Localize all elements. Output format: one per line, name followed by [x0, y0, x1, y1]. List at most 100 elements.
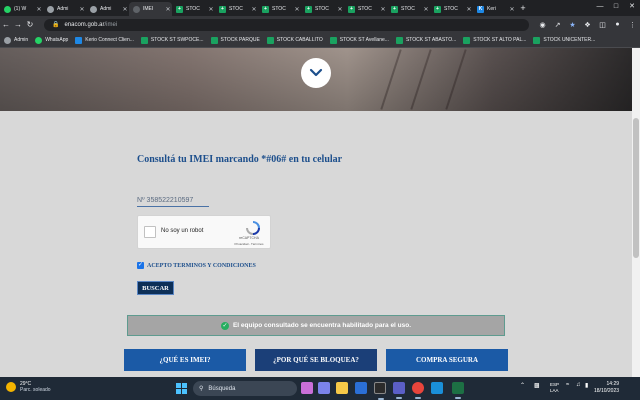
- tab-title: STOC: [401, 6, 415, 12]
- browser-tab[interactable]: + STOC ✕: [430, 2, 473, 16]
- browser-tab[interactable]: K Keri ✕: [473, 2, 516, 16]
- bookmark-kerio[interactable]: Kerio Connect Clien...: [75, 36, 134, 44]
- teams-icon[interactable]: [393, 382, 405, 399]
- close-tab-icon[interactable]: ✕: [508, 6, 516, 13]
- sun-icon: [6, 382, 16, 392]
- browser-tab[interactable]: + STOC ✕: [258, 2, 301, 16]
- browser-tab[interactable]: IMEI ✕: [129, 2, 172, 16]
- bookmark-stock-caballito[interactable]: STOCK CABALLITO: [266, 36, 323, 44]
- page-scrollbar[interactable]: [632, 48, 640, 377]
- back-icon[interactable]: ←: [0, 20, 12, 29]
- browser-tab[interactable]: Admi ✕: [43, 2, 86, 16]
- bookmark-whatsapp[interactable]: WhatsApp: [35, 36, 68, 44]
- tab-title: STOC: [358, 6, 372, 12]
- bookmark-stock-alto-palermo[interactable]: STOCK ST ALTO PAL...: [463, 36, 526, 44]
- accept-terms-checkbox[interactable]: ✓: [137, 262, 144, 269]
- teams-chat-icon[interactable]: [318, 382, 330, 394]
- why-blocked-button[interactable]: ¿POR QUÉ SE BLOQUEA?: [255, 349, 377, 371]
- forward-icon[interactable]: →: [12, 20, 24, 29]
- toolbar-icons: ◉ ↗ ★ ❖ ◫ ● ⋮: [535, 21, 640, 29]
- keyboard-layout: LAA: [550, 387, 559, 393]
- accept-terms[interactable]: ✓ ACEPTO TERMINOS Y CONDICIONES: [137, 262, 256, 269]
- browser-tab[interactable]: + STOC ✕: [344, 2, 387, 16]
- close-tab-icon[interactable]: ✕: [379, 6, 387, 13]
- search-icon: ⚲: [199, 386, 204, 392]
- imei-input[interactable]: [137, 195, 209, 207]
- recaptcha-widget: No soy un robot reCAPTCHA Privacidad - T…: [137, 215, 271, 249]
- check-circle-icon: ✓: [220, 321, 229, 330]
- new-tab-button[interactable]: +: [516, 2, 530, 16]
- browser-tab[interactable]: (1) W ✕: [0, 2, 43, 16]
- browser-tab[interactable]: + STOC ✕: [215, 2, 258, 16]
- excel-icon[interactable]: [452, 382, 464, 399]
- close-tab-icon[interactable]: ✕: [164, 6, 172, 13]
- bookmark-label: Admin: [14, 37, 29, 43]
- mail-icon[interactable]: [355, 382, 367, 394]
- sheet-icon: [140, 36, 148, 44]
- scrollbar-thumb[interactable]: [633, 118, 639, 258]
- close-tab-icon[interactable]: ✕: [35, 6, 43, 13]
- share-icon[interactable]: ↗: [550, 21, 565, 29]
- lock-icon[interactable]: 🔒: [52, 21, 59, 28]
- search-button[interactable]: BUSCAR: [137, 281, 174, 295]
- bookmark-star-icon[interactable]: ★: [565, 21, 580, 29]
- bookmark-admin[interactable]: Admin: [4, 36, 29, 44]
- flower-app-icon[interactable]: [301, 382, 313, 394]
- windows-start-icon[interactable]: [176, 383, 187, 394]
- close-tab-icon[interactable]: ✕: [250, 6, 258, 13]
- url-path: /imei: [104, 21, 118, 28]
- tab-title: Keri: [487, 6, 496, 12]
- volume-icon[interactable]: ♫: [576, 382, 581, 388]
- extensions-icon[interactable]: ❖: [580, 21, 595, 29]
- close-tab-icon[interactable]: ✕: [293, 6, 301, 13]
- bookmark-stock-parque[interactable]: STOCK PARQUE: [210, 36, 260, 44]
- close-tab-icon[interactable]: ✕: [422, 6, 430, 13]
- close-tab-icon[interactable]: ✕: [78, 6, 86, 13]
- maximize-icon[interactable]: □: [608, 0, 624, 14]
- windows-taskbar: 29°C Parc. soleado ⚲ Búsqueda ⌃ ▩ ESP LA…: [0, 377, 640, 400]
- minimize-icon[interactable]: —: [592, 0, 608, 14]
- reload-icon[interactable]: ↻: [24, 20, 36, 29]
- what-is-imei-button[interactable]: ¿QUÉ ES IMEI?: [124, 349, 246, 371]
- system-clock[interactable]: 14:29 18/10/2023: [594, 381, 619, 395]
- captcha-checkbox[interactable]: [144, 226, 156, 238]
- app-icon[interactable]: [374, 382, 386, 400]
- tab-title: IMEI: [143, 6, 154, 12]
- close-tab-icon[interactable]: ✕: [121, 6, 129, 13]
- clock-date: 18/10/2023: [594, 388, 620, 394]
- language-indicator[interactable]: ESP LAA: [550, 382, 559, 393]
- close-window-icon[interactable]: ✕: [624, 0, 640, 14]
- sidebar-icon[interactable]: ◫: [595, 21, 610, 29]
- profile-icon[interactable]: ●: [610, 21, 625, 29]
- close-tab-icon[interactable]: ✕: [207, 6, 215, 13]
- page-title: Consultá tu IMEI marcando *#06# en tu ce…: [137, 154, 343, 165]
- wifi-icon[interactable]: ≈: [566, 382, 569, 388]
- tray-app-icon[interactable]: ▩: [534, 382, 540, 389]
- scroll-down-button[interactable]: [301, 58, 331, 88]
- taskbar-search[interactable]: ⚲ Búsqueda: [193, 381, 297, 396]
- captcha-terms-link[interactable]: Privacidad - Términos: [230, 242, 268, 246]
- bookmark-stock-abasto[interactable]: STOCK ST ABASTO...: [395, 36, 456, 44]
- weather-widget[interactable]: 29°C Parc. soleado: [6, 381, 51, 393]
- file-explorer-icon[interactable]: [336, 382, 348, 394]
- google-lens-icon[interactable]: ◉: [535, 21, 550, 29]
- browser-tab[interactable]: + STOC ✕: [301, 2, 344, 16]
- battery-icon[interactable]: ▮: [585, 382, 588, 389]
- close-tab-icon[interactable]: ✕: [336, 6, 344, 13]
- sheets-icon: +: [348, 5, 355, 13]
- address-bar[interactable]: 🔒 enacom.gob.ar /imei: [43, 18, 530, 31]
- sheets-icon: +: [434, 5, 441, 13]
- bookmark-stock-swpoce[interactable]: STOCK ST SWPOCE...: [140, 36, 204, 44]
- tray-expand-icon[interactable]: ⌃: [520, 382, 525, 389]
- safe-purchase-button[interactable]: COMPRA SEGURA: [386, 349, 508, 371]
- browser-tab[interactable]: + STOC ✕: [387, 2, 430, 16]
- chrome-icon[interactable]: [412, 382, 424, 399]
- globe-icon: [47, 5, 54, 13]
- browser-tab[interactable]: Admi ✕: [86, 2, 129, 16]
- edge-icon[interactable]: [431, 382, 443, 394]
- menu-icon[interactable]: ⋮: [625, 21, 640, 29]
- close-tab-icon[interactable]: ✕: [465, 6, 473, 13]
- bookmark-stock-avellaneda[interactable]: STOCK ST Avellane...: [329, 36, 389, 44]
- browser-tab[interactable]: + STOC ✕: [172, 2, 215, 16]
- bookmark-stock-unicenter[interactable]: STOCK UNICENTER...: [533, 36, 595, 44]
